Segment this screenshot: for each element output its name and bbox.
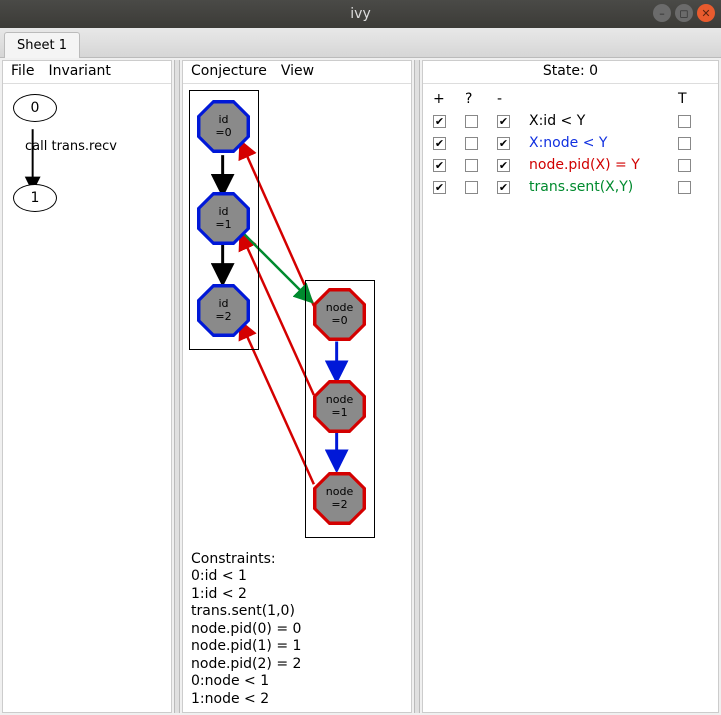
row3-plus[interactable] [433, 181, 446, 194]
state-node-1[interactable]: 1 [13, 184, 57, 212]
row3-t[interactable] [678, 181, 691, 194]
left-menu: File Invariant [3, 61, 171, 83]
node-node-0-label: node =0 [326, 302, 353, 326]
relation-row-1: X:node < Y [431, 132, 710, 154]
col-plus: + [433, 91, 459, 107]
row2-minus[interactable] [497, 159, 510, 172]
id-node-0-label: id =0 [215, 114, 231, 138]
right-body: + ? - T X:id < Y X:node < [423, 83, 718, 712]
right-header: State: 0 [423, 61, 718, 83]
row0-plus[interactable] [433, 115, 446, 128]
center-menu: Conjecture View [183, 61, 411, 83]
state-node-1-label: 1 [31, 190, 40, 206]
row2-q[interactable] [465, 159, 478, 172]
col-question: ? [465, 91, 491, 107]
close-button[interactable]: ✕ [697, 4, 715, 22]
titlebar: ivy – ◻ ✕ [0, 0, 721, 28]
constraint-5: node.pid(2) = 2 [191, 656, 301, 672]
row3-label[interactable]: trans.sent(X,Y) [529, 179, 672, 195]
constraint-0: 0:id < 1 [191, 568, 247, 584]
state-title: State: 0 [431, 63, 710, 79]
row0-q[interactable] [465, 115, 478, 128]
splitter-right[interactable] [414, 60, 420, 713]
state-node-0-label: 0 [31, 100, 40, 116]
relation-row-3: trans.sent(X,Y) [431, 176, 710, 198]
menu-file[interactable]: File [11, 63, 34, 79]
content: File Invariant 0 call trans.recv 1 [0, 58, 721, 715]
menu-invariant[interactable]: Invariant [48, 63, 110, 79]
state-node-0[interactable]: 0 [13, 94, 57, 122]
maximize-button[interactable]: ◻ [675, 4, 693, 22]
center-pane: Conjecture View [182, 60, 412, 713]
node-node-1-label: node =1 [326, 394, 353, 418]
row3-minus[interactable] [497, 181, 510, 194]
row2-label[interactable]: node.pid(X) = Y [529, 157, 672, 173]
window-title: ivy [350, 6, 370, 22]
row1-t[interactable] [678, 137, 691, 150]
row0-minus[interactable] [497, 115, 510, 128]
row1-minus[interactable] [497, 137, 510, 150]
relations-table: + ? - T X:id < Y X:node < [423, 84, 718, 202]
tab-label: Sheet 1 [17, 38, 67, 53]
id-node-2[interactable]: id =2 [197, 284, 250, 337]
relation-row-2: node.pid(X) = Y [431, 154, 710, 176]
minimize-button[interactable]: – [653, 4, 671, 22]
left-pane: File Invariant 0 call trans.recv 1 [2, 60, 172, 713]
constraint-7: 1:node < 2 [191, 691, 269, 707]
constraint-2: trans.sent(1,0) [191, 603, 295, 619]
edge-label: call trans.recv [25, 139, 117, 154]
node-node-1[interactable]: node =1 [313, 380, 366, 433]
constraint-4: node.pid(1) = 1 [191, 638, 301, 654]
relations-header: + ? - T [431, 88, 710, 110]
tabbar: Sheet 1 [0, 28, 721, 58]
constraint-3: node.pid(0) = 0 [191, 621, 301, 637]
left-body: 0 call trans.recv 1 [3, 83, 171, 712]
node-node-0[interactable]: node =0 [313, 288, 366, 341]
splitter-left[interactable] [174, 60, 180, 713]
menu-conjecture[interactable]: Conjecture [191, 63, 267, 79]
constraints-title: Constraints: [191, 551, 276, 567]
menu-view[interactable]: View [281, 63, 314, 79]
row0-label[interactable]: X:id < Y [529, 113, 672, 129]
right-pane: State: 0 + ? - T X:id < Y [422, 60, 719, 713]
relation-row-0: X:id < Y [431, 110, 710, 132]
center-body: id =0 id =1 id =2 node =0 node =1 node =… [183, 83, 411, 712]
constraint-1: 1:id < 2 [191, 586, 247, 602]
id-node-2-label: id =2 [215, 298, 231, 322]
constraint-6: 0:node < 1 [191, 673, 269, 689]
constraints-block: Constraints: 0:id < 1 1:id < 2 trans.sen… [191, 551, 301, 709]
left-graph-edges [3, 84, 171, 712]
row2-t[interactable] [678, 159, 691, 172]
tab-sheet-1[interactable]: Sheet 1 [4, 32, 80, 58]
col-minus: - [497, 91, 523, 107]
col-t: T [678, 91, 708, 107]
row3-q[interactable] [465, 181, 478, 194]
node-node-2-label: node =2 [326, 486, 353, 510]
row1-q[interactable] [465, 137, 478, 150]
row0-t[interactable] [678, 115, 691, 128]
id-node-1-label: id =1 [215, 206, 231, 230]
node-node-2[interactable]: node =2 [313, 472, 366, 525]
row1-plus[interactable] [433, 137, 446, 150]
row1-label[interactable]: X:node < Y [529, 135, 672, 151]
row2-plus[interactable] [433, 159, 446, 172]
